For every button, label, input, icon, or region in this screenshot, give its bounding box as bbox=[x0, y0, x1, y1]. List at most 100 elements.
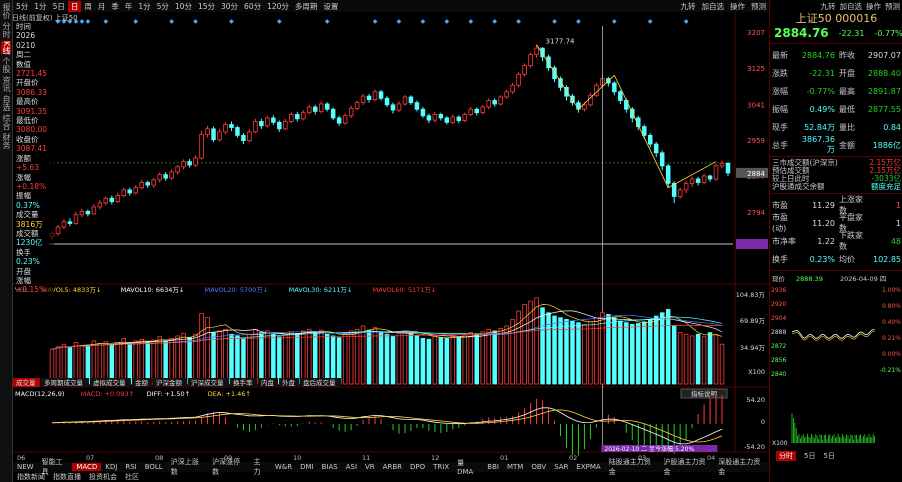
period-tab[interactable]: 年 bbox=[122, 1, 136, 12]
indicator-tab[interactable]: DPO bbox=[406, 463, 429, 471]
stat-value: 0.49% bbox=[809, 104, 835, 114]
volume-bar bbox=[211, 332, 216, 385]
indicator-tab[interactable]: OBV bbox=[527, 463, 550, 471]
mini-price: 2888.39 bbox=[796, 275, 823, 283]
period-tab[interactable]: 5分 bbox=[154, 1, 172, 12]
vol-legend-item: MAVOL30: 6211万↓ bbox=[289, 286, 353, 294]
candle bbox=[498, 95, 503, 106]
indicator-tab[interactable]: DMI bbox=[296, 463, 318, 471]
info-line: 时间 bbox=[16, 22, 31, 31]
indicator-tab[interactable]: BIAS bbox=[318, 463, 342, 471]
top-tool-button[interactable]: 加自选 bbox=[699, 1, 728, 12]
info-line: 3816万 bbox=[16, 219, 43, 229]
cursor-price-box bbox=[736, 239, 768, 249]
quote-header-button[interactable]: 预测 bbox=[885, 1, 900, 12]
vol-sub-tab-label: 外盘 bbox=[282, 378, 296, 387]
vol-legend-item: MAVOL10: 6634万↓ bbox=[121, 286, 185, 294]
intraday-mini-chart[interactable]: 现价 2888.39 2026-04-09 四 2936 2920 2904 2888 287… bbox=[770, 273, 902, 449]
left-tab[interactable]: 财务 bbox=[1, 133, 11, 149]
indicator-tab[interactable]: MTM bbox=[503, 463, 527, 471]
left-tab[interactable]: 个股 bbox=[1, 57, 11, 73]
candle bbox=[289, 112, 294, 124]
top-tool-button[interactable]: 九转 bbox=[678, 1, 699, 12]
indicator-tab[interactable]: W&R bbox=[271, 463, 296, 471]
volume-bar bbox=[618, 320, 623, 385]
mini-chart-tabs: 分时 5日 5日 bbox=[770, 451, 902, 461]
period-tab[interactable]: 设置 bbox=[320, 1, 341, 12]
bottom-link[interactable]: 指数新闻 bbox=[13, 472, 49, 482]
period-tab[interactable]: 15分 bbox=[195, 1, 218, 12]
mini-chart-tab[interactable]: 分时 bbox=[776, 451, 796, 461]
month-tick: 10 bbox=[293, 454, 301, 462]
volume-bar bbox=[582, 323, 587, 385]
indicator-tab[interactable]: KDJ bbox=[101, 463, 121, 471]
info-line: 最低价 bbox=[16, 116, 39, 126]
indicator-tab[interactable]: SAR bbox=[550, 463, 572, 471]
signal-dot: ◆ bbox=[86, 18, 91, 25]
left-tab[interactable]: 资讯 bbox=[1, 76, 11, 92]
bottom-link[interactable]: 指数直播 bbox=[49, 472, 85, 482]
stat-value: -0.77% bbox=[806, 86, 835, 96]
indicator-tab[interactable]: NEW bbox=[13, 463, 38, 471]
period-tab[interactable]: 120分 bbox=[264, 1, 292, 12]
stat-label: 现手 bbox=[772, 122, 788, 132]
stat-value: 52.84万 bbox=[804, 122, 835, 132]
indicator-tab[interactable]: VR bbox=[361, 463, 379, 471]
indicator-tab[interactable]: ARBR bbox=[379, 463, 406, 471]
left-tab[interactable]: K线 bbox=[1, 41, 11, 55]
indicator-tab[interactable]: RSI bbox=[121, 463, 140, 471]
stat-label: 最低 bbox=[839, 104, 855, 114]
bottom-link[interactable]: 社区 bbox=[121, 472, 143, 482]
quote-header-button[interactable]: 操作 bbox=[866, 1, 881, 12]
volume-bar bbox=[247, 333, 252, 385]
quote-header-button[interactable]: 九转 bbox=[821, 1, 836, 12]
quote-header-button[interactable]: 加自选 bbox=[840, 1, 863, 12]
macd-legend-item: MACD(12,26,9) bbox=[15, 390, 64, 398]
period-tab[interactable]: 季 bbox=[108, 1, 122, 12]
indicator-tab[interactable]: EXPMA bbox=[572, 463, 604, 471]
mini-chart-tab[interactable]: 5日 bbox=[823, 451, 834, 461]
mini-chart-tab[interactable]: 5日 bbox=[804, 451, 815, 461]
volume-bar bbox=[384, 333, 390, 385]
turnover-line: 沪股通成交余额 额度充足 bbox=[770, 183, 902, 191]
top-tool-button[interactable]: 预测 bbox=[748, 1, 769, 12]
stat-value: 2888.40 bbox=[867, 68, 901, 78]
period-tab[interactable]: 月 bbox=[95, 1, 109, 12]
period-tab[interactable]: 60分 bbox=[241, 1, 264, 12]
indicator-tab[interactable]: ASI bbox=[342, 463, 361, 471]
signal-dot: ◆ bbox=[445, 18, 450, 25]
candle bbox=[462, 112, 468, 123]
left-tab[interactable]: 自选 bbox=[1, 95, 11, 111]
period-tab[interactable]: 多周期 bbox=[292, 1, 321, 12]
valuation-stats: 市盈 11.29 上涨家数 1 市盈(动) 11.20 平盘家数 1 市净率 1.22 下跌家数 48… bbox=[770, 195, 902, 268]
top-tool-button[interactable]: 操作 bbox=[727, 1, 748, 12]
mini-pct-tick: 0.00% bbox=[882, 351, 901, 358]
kline-chart[interactable]: ◆ ◆ ◆ ◆ ◆ ◆ ◆ ◆ ◆ ◆ ◆ ◆ ◆ ◆ ◆ ◆ ◆ ◆ ◆ ◆ ◆ ◆ ◆ ◆ ◆320731253041295… bbox=[13, 12, 769, 482]
left-tab[interactable]: 分时 bbox=[1, 22, 11, 38]
volume-bar bbox=[229, 333, 234, 385]
period-tab[interactable]: 日 bbox=[67, 0, 82, 12]
indicator-tab[interactable]: TRIX bbox=[429, 463, 453, 471]
stat-value: 0.23% bbox=[809, 254, 835, 264]
period-tab[interactable]: 周 bbox=[81, 1, 95, 12]
volume-bar bbox=[534, 297, 539, 385]
bottom-link[interactable]: 投资机会 bbox=[85, 472, 121, 482]
volume-bar bbox=[139, 338, 144, 385]
period-tab[interactable]: 30分 bbox=[218, 1, 241, 12]
left-tab[interactable]: 综合 bbox=[1, 114, 11, 130]
stat-value: 0.84 bbox=[883, 122, 901, 132]
period-tab[interactable]: 5分 bbox=[13, 1, 31, 12]
left-tab[interactable]: 报价 bbox=[1, 3, 11, 19]
info-line: 2026 bbox=[16, 31, 36, 41]
volume-bar bbox=[169, 338, 174, 385]
indicator-tab[interactable]: MACD bbox=[72, 463, 102, 471]
indicator-tab[interactable]: BBI bbox=[483, 463, 503, 471]
signal-dot: ◆ bbox=[421, 18, 426, 25]
volume-bar bbox=[402, 330, 408, 385]
indicator-tab[interactable]: BOLL bbox=[141, 463, 167, 471]
period-tab[interactable]: 1分 bbox=[135, 1, 153, 12]
period-tab[interactable]: 5日 bbox=[50, 1, 68, 12]
period-tab[interactable]: 1分 bbox=[31, 1, 49, 12]
mini-y-tick: 2904 bbox=[771, 315, 786, 322]
period-tab[interactable]: 10分 bbox=[172, 1, 195, 12]
